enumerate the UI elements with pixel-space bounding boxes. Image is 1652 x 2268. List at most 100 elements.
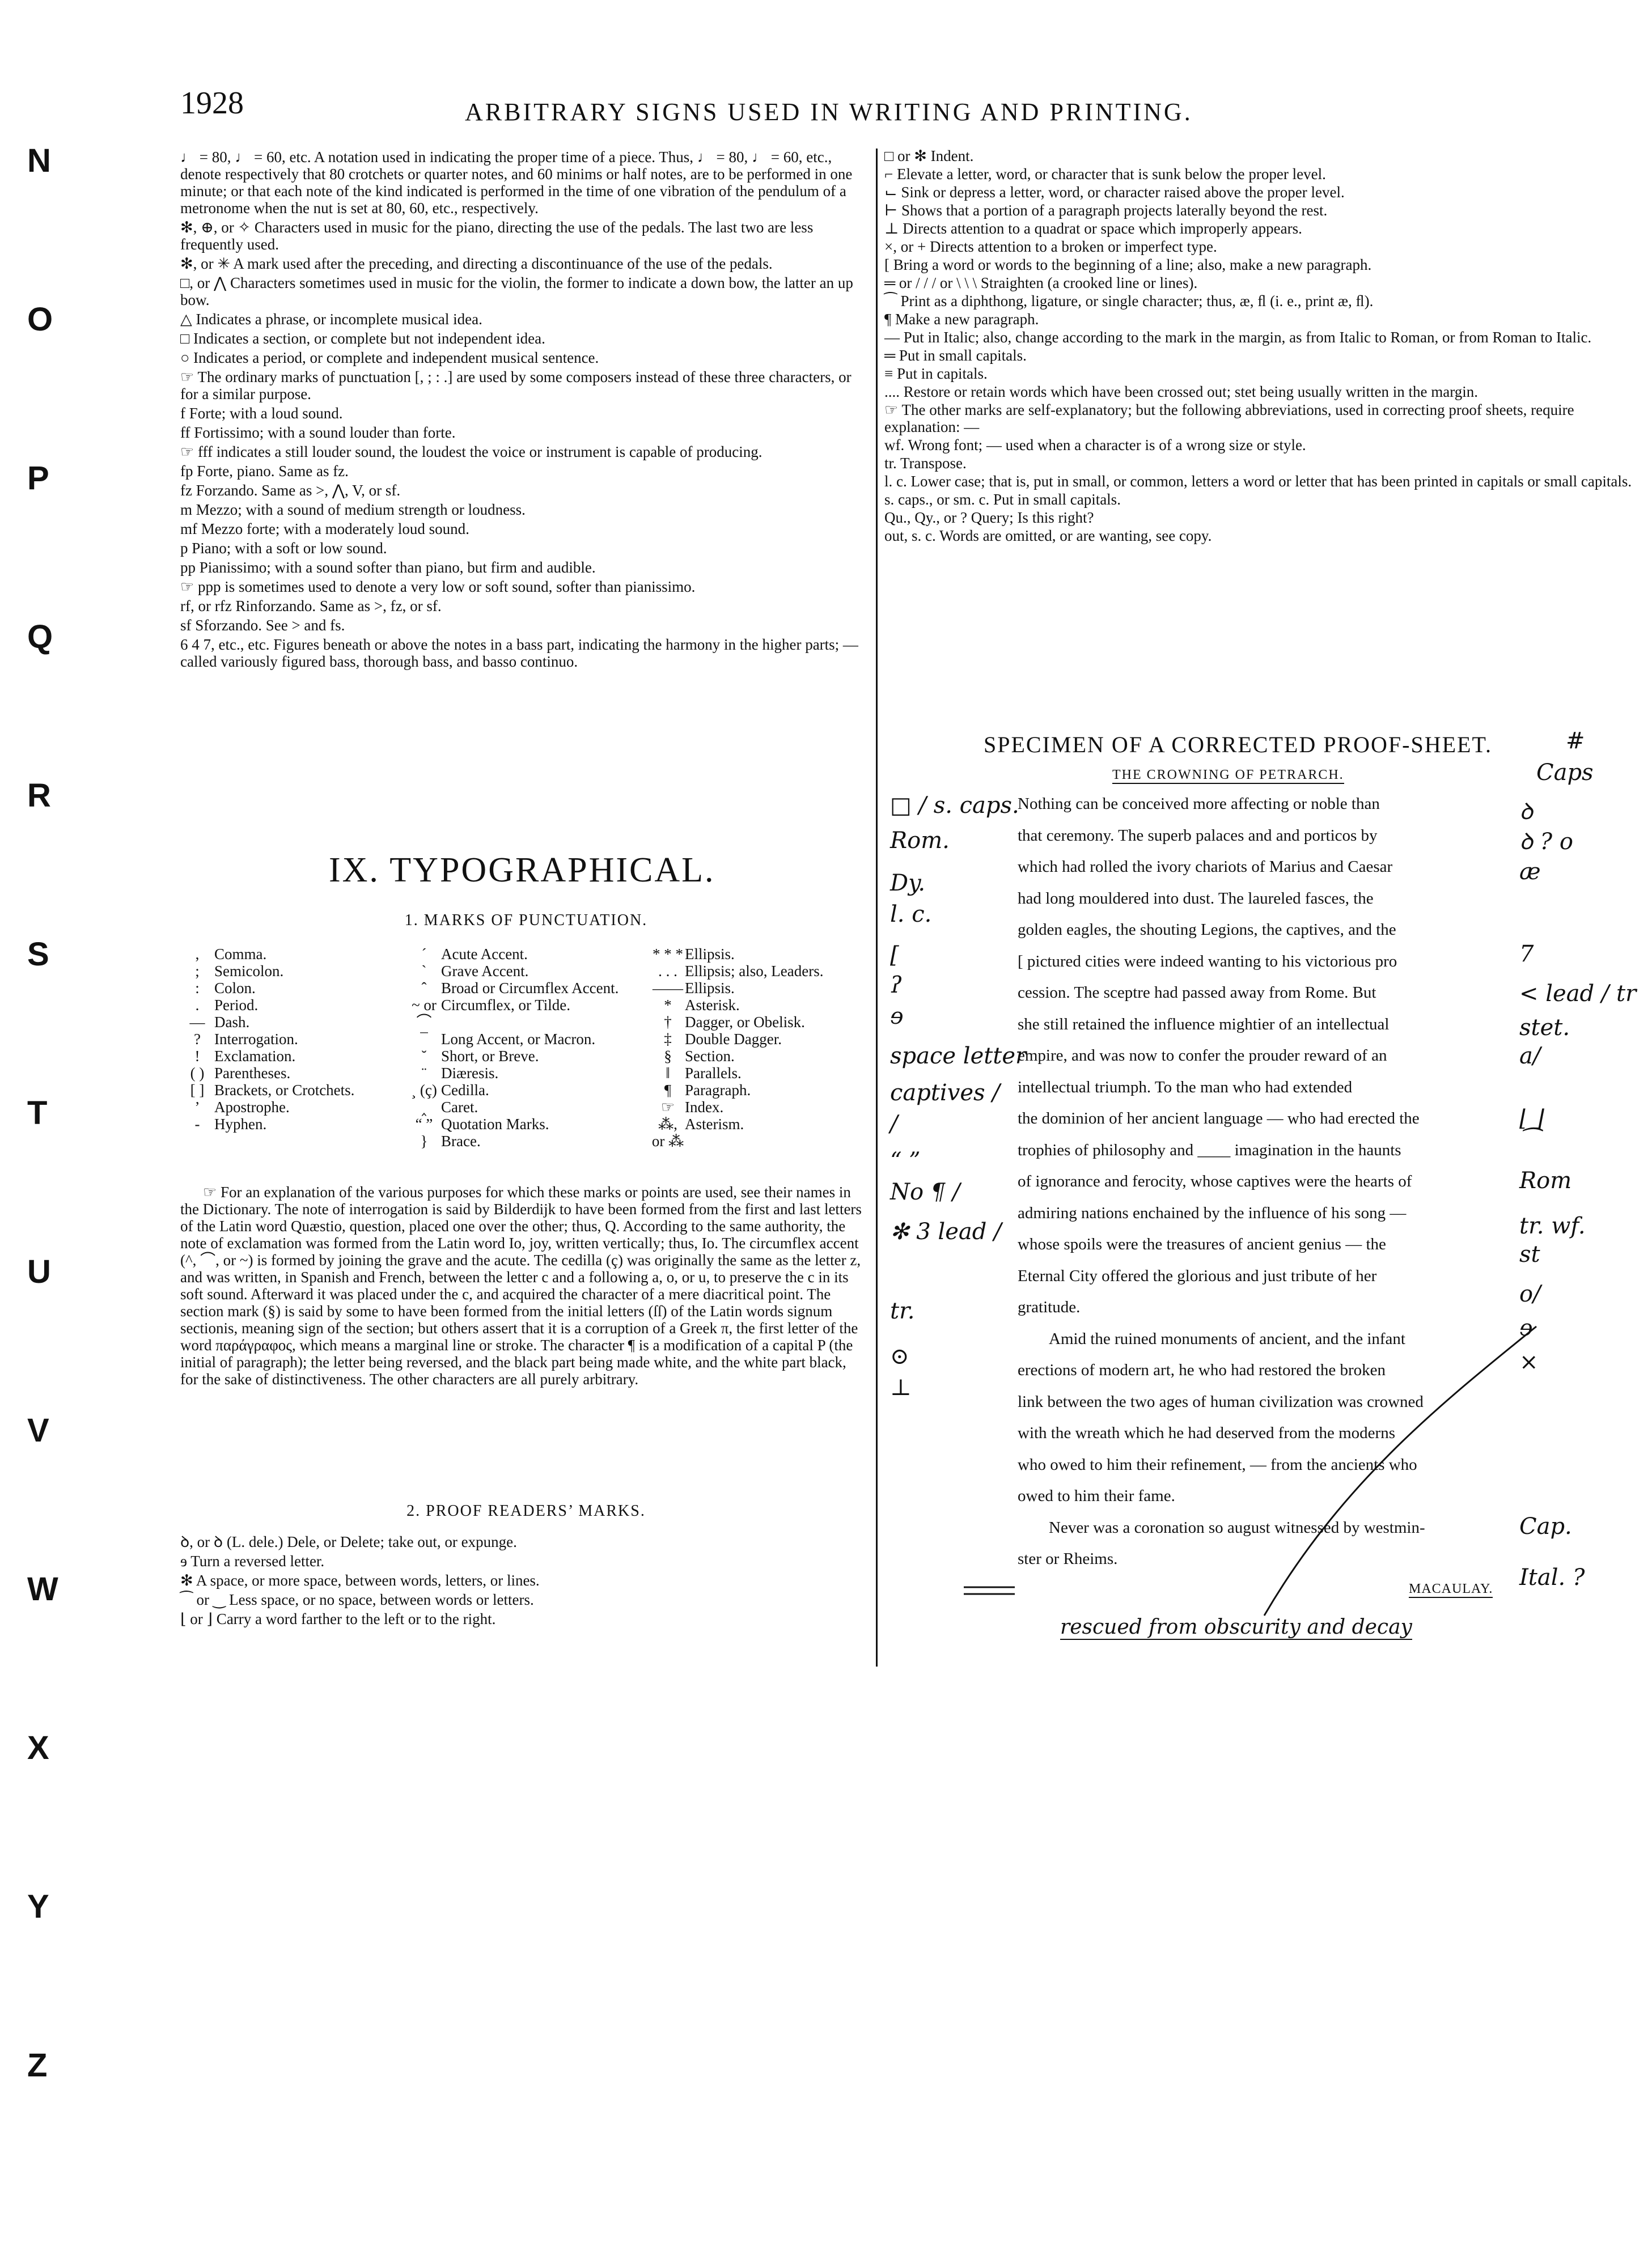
mark-entry: — Put in Italic; also, change according … — [884, 329, 1592, 346]
punctuation-row: ? Interrogation. — [180, 1031, 401, 1048]
punctuation-symbol: ` — [421, 963, 427, 980]
punctuation-symbol: ( ) — [190, 1065, 205, 1082]
punctuation-name: Quotation Marks. — [441, 1116, 549, 1133]
punctuation-row: ¨ Diæresis. — [407, 1065, 645, 1082]
punctuation-symbol: * * * — [653, 946, 683, 963]
punctuation-name: Double Dagger. — [685, 1031, 782, 1048]
thumb-letter[interactable]: P — [27, 459, 49, 497]
punctuation-row: ; Semicolon. — [180, 963, 401, 980]
punctuation-name: Circumflex, or Tilde. — [441, 997, 570, 1014]
thumb-letter[interactable]: U — [27, 1253, 51, 1291]
music-entry: p Piano; with a soft or low sound. — [180, 540, 387, 557]
thumb-letter[interactable]: S — [27, 935, 49, 973]
punctuation-symbol: ‡ — [664, 1031, 672, 1048]
punctuation-name: Ellipsis. — [685, 980, 735, 997]
punctuation-symbol: ! — [194, 1048, 200, 1065]
music-entry: □, or ⋀ Characters sometimes used in mus… — [180, 274, 853, 308]
mark-entry: ⌙ Sink or depress a letter, word, or cha… — [884, 184, 1345, 201]
thumb-letter[interactable]: R — [27, 777, 51, 815]
punctuation-name: Dash. — [214, 1014, 250, 1031]
proof-mark-entry: ✻ A space, or more space, between words,… — [180, 1572, 540, 1589]
thumb-letter[interactable]: Y — [27, 1888, 49, 1926]
music-entry: fp Forte, piano. Same as fz. — [180, 463, 349, 480]
punctuation-name: Diæresis. — [441, 1065, 499, 1082]
mark-entry: ═ or / / / or \ \ \ Straighten (a crooke… — [884, 274, 1198, 291]
mark-entry: ☞ The other marks are self-explanatory; … — [884, 401, 1574, 435]
punctuation-row: . Period. — [180, 997, 401, 1014]
punctuation-row: ! Exclamation. — [180, 1048, 401, 1065]
mark-entry: .... Restore or retain words which have … — [884, 383, 1479, 400]
punctuation-symbol: § — [664, 1048, 672, 1065]
punctuation-name: Caret. — [441, 1099, 478, 1116]
thumb-letter[interactable]: X — [27, 1729, 49, 1767]
music-entry: ♩ = 80, ♩ = 60, etc. A notation used in … — [180, 149, 853, 217]
punctuation-name: Semicolon. — [214, 963, 284, 980]
proof-mark-entry: ⁀ or ‿ Less space, or no space, between … — [180, 1591, 534, 1608]
punctuation-row: [ ] Brackets, or Crotchets. — [180, 1082, 401, 1099]
thumb-letter[interactable]: Z — [27, 2046, 47, 2084]
punctuation-row: : Colon. — [180, 980, 401, 997]
punctuation-row: . . . Ellipsis; also, Leaders. — [651, 963, 872, 980]
punctuation-column: ´ Acute Accent. ` Grave Accent. ˆ Broad or Ci… — [407, 946, 645, 1150]
punctuation-symbol: ¶ — [664, 1082, 672, 1099]
punctuation-name: Ellipsis. — [685, 946, 735, 963]
punctuation-row: § Section. — [651, 1048, 872, 1065]
punctuation-row: ’ Apostrophe. — [180, 1099, 401, 1116]
music-entry: ff Fortissimo; with a sound louder than … — [180, 424, 456, 441]
music-entry: m Mezzo; with a sound of medium strength… — [180, 501, 526, 518]
mark-entry: ⊥ Directs attention to a quadrat or spac… — [884, 220, 1302, 237]
punctuation-name: Hyphen. — [214, 1116, 267, 1133]
mark-entry: tr. Transpose. — [884, 455, 967, 472]
music-entry: f Forte; with a loud sound. — [180, 405, 343, 422]
punctuation-name: Brackets, or Crotchets. — [214, 1082, 355, 1099]
thumb-letter[interactable]: V — [27, 1411, 49, 1449]
thumb-letter[interactable]: Q — [27, 618, 53, 656]
punctuation-row: ` Grave Accent. — [407, 963, 645, 980]
punctuation-name: Asterism. — [685, 1116, 744, 1133]
proof-readers-marks: ꝺ, or ꝺ (L. dele.) Dele, or Delete; take… — [180, 1533, 866, 1630]
thumb-letter[interactable]: T — [27, 1094, 47, 1132]
music-entry: ✻, ⊕, or ✧ Characters used in music for … — [180, 219, 814, 253]
punctuation-name: Parallels. — [685, 1065, 742, 1082]
running-head: ARBITRARY SIGNS USED IN WRITING AND PRIN… — [465, 98, 1193, 126]
punctuation-column: * * * Ellipsis.. . . Ellipsis; also, Leade… — [651, 946, 872, 1150]
thumb-letter[interactable]: W — [27, 1570, 58, 1608]
music-entry: fz Forzando. Same as >, ⋀, V, or sf. — [180, 482, 401, 499]
punctuation-name: Apostrophe. — [214, 1099, 290, 1116]
music-entry: 6 4 7, etc., etc. Figures beneath or abo… — [180, 636, 858, 670]
punctuation-symbol: † — [664, 1014, 672, 1031]
music-entry: mf Mezzo forte; with a moderately loud s… — [180, 520, 469, 537]
punctuation-symbol: ¯ — [420, 1031, 428, 1048]
thumb-letter[interactable]: N — [27, 142, 51, 180]
punctuation-symbol: [ ] — [190, 1082, 205, 1099]
punctuation-symbol: ‸ — [421, 1099, 427, 1116]
punctuation-symbol: ⁂, or ⁂ — [651, 1116, 684, 1150]
mark-entry: l. c. Lower case; that is, put in small,… — [884, 473, 1632, 490]
punctuation-name: Index. — [685, 1099, 724, 1116]
punctuation-name: Asterisk. — [685, 997, 740, 1014]
punctuation-row: ⁂, or ⁂ Asterism. — [651, 1116, 872, 1150]
punctuation-name: Comma. — [214, 946, 267, 963]
punctuation-symbol: ˘ — [421, 1048, 427, 1065]
thumb-letter[interactable]: O — [27, 300, 53, 338]
punctuation-symbol: ˆ — [421, 980, 427, 997]
punctuation-symbol: ~ or ⌒ — [412, 997, 437, 1031]
punctuation-row: —— Ellipsis. — [651, 980, 872, 997]
music-entry: rf, or rfz Rinforzando. Same as >, fz, o… — [180, 597, 442, 614]
music-entry: sf Sforzando. See > and fs. — [180, 617, 345, 634]
mark-entry: ¶ Make a new paragraph. — [884, 311, 1039, 328]
proof-mark-entry: ꝺ, or ꝺ (L. dele.) Dele, or Delete; take… — [180, 1533, 517, 1550]
mark-entry: out, s. c. Words are omitted, or are wan… — [884, 527, 1212, 544]
punctuation-row: * Asterisk. — [651, 997, 872, 1014]
punctuation-name: Dagger, or Obelisk. — [685, 1014, 805, 1031]
punctuation-name: Long Accent, or Macron. — [441, 1031, 596, 1048]
music-entry: □ Indicates a section, or complete but n… — [180, 330, 545, 347]
punctuation-symbol: ‖ — [666, 1065, 670, 1082]
music-entry: ☞ fff indicates a still louder sound, th… — [180, 443, 763, 460]
punctuation-table: , Comma.; Semicolon.: Colon.. Period. — Dash.?… — [180, 946, 872, 1150]
punctuation-name: Parentheses. — [214, 1065, 291, 1082]
page-number: 1928 — [180, 86, 244, 121]
punctuation-explanation: ☞ For an explanation of the various purp… — [180, 1184, 866, 1390]
punctuation-name: Paragraph. — [685, 1082, 751, 1099]
punctuation-name: Short, or Breve. — [441, 1048, 539, 1065]
